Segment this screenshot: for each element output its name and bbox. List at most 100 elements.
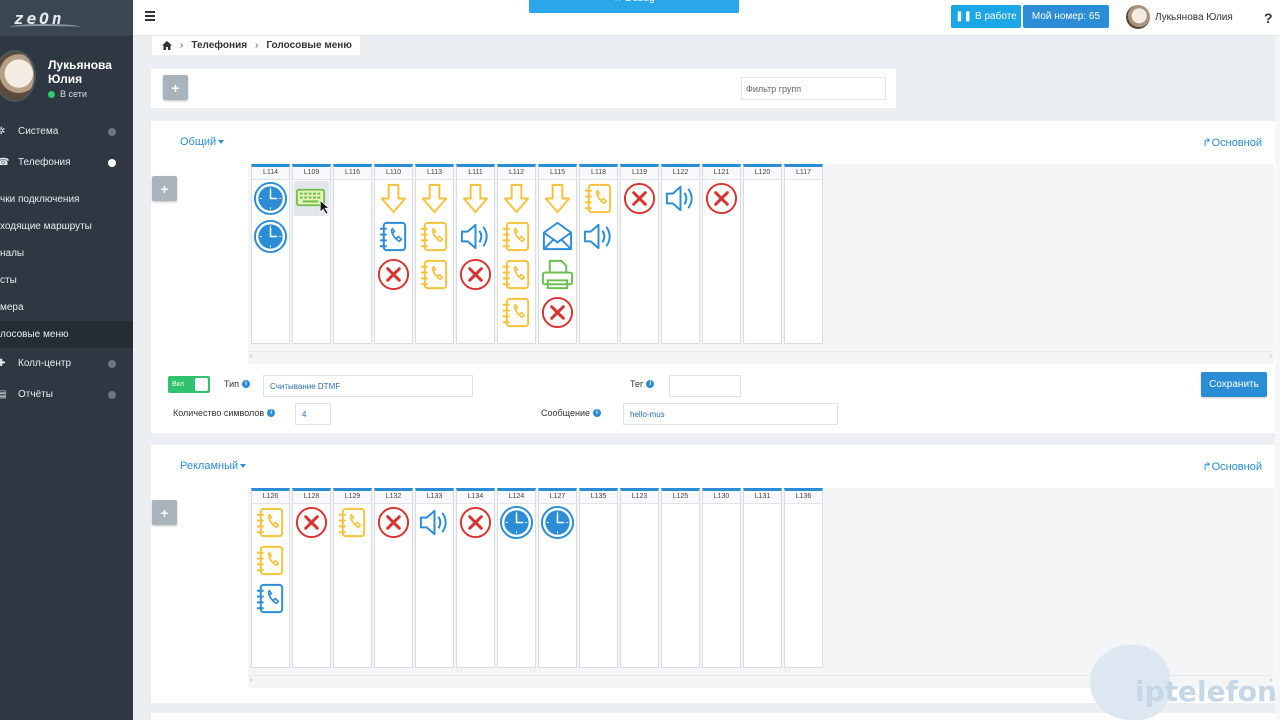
level-column[interactable]: L133	[415, 488, 454, 668]
arrow-down-icon[interactable]	[458, 181, 493, 216]
level-column[interactable]: L112	[497, 164, 536, 344]
symbol-count-input[interactable]: 4	[295, 403, 331, 425]
notebook-yellow-icon[interactable]	[253, 505, 288, 540]
notebook-yellow-icon[interactable]	[581, 181, 616, 216]
add-level-button[interactable]: +	[152, 176, 177, 201]
avatar[interactable]	[0, 50, 36, 102]
notebook-yellow-icon[interactable]	[499, 219, 534, 254]
level-column[interactable]: L113	[415, 164, 454, 344]
arrow-down-icon[interactable]	[540, 181, 575, 216]
my-number-button[interactable]: Мой номер: 65	[1023, 5, 1109, 28]
home-icon[interactable]	[162, 41, 172, 50]
hamburger-menu-icon[interactable]	[145, 11, 155, 21]
arrow-down-icon[interactable]	[417, 181, 452, 216]
sidebar-item-system[interactable]: ✲ Система	[0, 116, 133, 147]
hangup-icon[interactable]	[622, 181, 657, 216]
main-link[interactable]: ↱Основной	[1202, 136, 1262, 149]
clock-icon[interactable]	[253, 219, 288, 254]
sidebar-sub-item-voice-menu[interactable]: лосовые меню	[0, 321, 133, 348]
notebook-yellow-icon[interactable]	[335, 505, 370, 540]
level-column[interactable]: L123	[620, 488, 659, 668]
notebook-yellow-icon[interactable]	[417, 219, 452, 254]
speaker-icon[interactable]	[581, 219, 616, 254]
breadcrumb-item[interactable]: Телефония	[191, 40, 247, 51]
main-link[interactable]: ↱Основной	[1202, 460, 1262, 473]
notebook-yellow-icon[interactable]	[417, 257, 452, 292]
notebook-yellow-icon[interactable]	[499, 295, 534, 330]
level-column[interactable]: L118	[579, 164, 618, 344]
type-select[interactable]: Считывание DTMF	[263, 375, 473, 397]
user-menu[interactable]: Лукьянова Юлия	[1126, 5, 1233, 29]
level-column[interactable]: L119	[620, 164, 659, 344]
enabled-toggle[interactable]: Вкл	[168, 376, 210, 393]
level-column[interactable]: L115	[538, 164, 577, 344]
help-icon[interactable]: ?	[1264, 10, 1273, 26]
level-column[interactable]: L111	[456, 164, 495, 344]
horizontal-scrollbar[interactable]: ‹ ›	[248, 351, 1274, 361]
sidebar-sub-item[interactable]: сты	[0, 267, 133, 294]
group-filter-input[interactable]	[741, 77, 886, 100]
level-column[interactable]: L134	[456, 488, 495, 668]
clock-icon[interactable]	[540, 505, 575, 540]
work-status-button[interactable]: ❚❚ В работе	[951, 5, 1021, 28]
group-title-dropdown[interactable]: Общий	[180, 136, 225, 148]
fax-icon[interactable]	[540, 257, 575, 292]
arrow-down-icon[interactable]	[499, 181, 534, 216]
notebook-yellow-icon[interactable]	[253, 543, 288, 578]
info-icon[interactable]: i	[592, 409, 601, 417]
logo[interactable]: zeOn	[0, 0, 133, 36]
hangup-icon[interactable]	[458, 505, 493, 540]
level-column[interactable]: L122	[661, 164, 700, 344]
level-column[interactable]: L110	[374, 164, 413, 344]
sidebar-item-reports[interactable]: ▤ Отчёты	[0, 379, 133, 410]
level-column[interactable]: L132	[374, 488, 413, 668]
notebook-blue-icon[interactable]	[376, 219, 411, 254]
hangup-icon[interactable]	[376, 505, 411, 540]
arrow-down-icon[interactable]	[376, 181, 411, 216]
scroll-track[interactable]	[1275, 36, 1280, 720]
level-column[interactable]: L127	[538, 488, 577, 668]
speaker-icon[interactable]	[417, 505, 452, 540]
sidebar-sub-item[interactable]: ходящие маршруты	[0, 213, 133, 240]
hangup-icon[interactable]	[704, 181, 739, 216]
debug-button[interactable]: ★ Debug	[529, 0, 739, 13]
keyboard-icon[interactable]	[294, 181, 329, 216]
sidebar-sub-item[interactable]: налы	[0, 240, 133, 267]
speaker-icon[interactable]	[663, 181, 698, 216]
hangup-icon[interactable]	[458, 257, 493, 292]
add-group-button[interactable]: +	[163, 75, 188, 100]
level-column[interactable]: L136	[784, 488, 823, 668]
sidebar-item-telephony[interactable]: ☎ Телефония	[0, 147, 133, 178]
level-column[interactable]: L124	[497, 488, 536, 668]
level-column[interactable]: L125	[661, 488, 700, 668]
info-icon[interactable]: i	[646, 380, 655, 388]
clock-icon[interactable]	[499, 505, 534, 540]
message-select[interactable]: hello-mus	[623, 403, 838, 425]
envelope-icon[interactable]	[540, 219, 575, 254]
level-column[interactable]: L131	[743, 488, 782, 668]
sidebar-item-call-center[interactable]: ✚ Колл-центр	[0, 348, 133, 379]
speaker-icon[interactable]	[458, 219, 493, 254]
clock-icon[interactable]	[253, 181, 288, 216]
group-title-dropdown[interactable]: Рекламный	[180, 460, 247, 472]
level-column[interactable]: L129	[333, 488, 372, 668]
level-column[interactable]: L109	[292, 164, 331, 344]
sidebar-sub-item[interactable]: чки подключения	[0, 186, 133, 213]
level-column[interactable]: L117	[784, 164, 823, 344]
info-icon[interactable]: i	[242, 380, 251, 388]
level-column[interactable]: L121	[702, 164, 741, 344]
notebook-blue-icon[interactable]	[253, 581, 288, 616]
hangup-icon[interactable]	[294, 505, 329, 540]
save-button[interactable]: Сохранить	[1201, 372, 1267, 397]
add-level-button[interactable]: +	[152, 500, 177, 525]
tag-input[interactable]	[669, 375, 741, 397]
level-column[interactable]: L116	[333, 164, 372, 344]
level-column[interactable]: L128	[292, 488, 331, 668]
hangup-icon[interactable]	[376, 257, 411, 292]
hangup-icon[interactable]	[540, 295, 575, 330]
level-column[interactable]: L126	[251, 488, 290, 668]
info-icon[interactable]: i	[267, 409, 276, 417]
sidebar-sub-item[interactable]: мера	[0, 294, 133, 321]
notebook-yellow-icon[interactable]	[499, 257, 534, 292]
level-column[interactable]: L114	[251, 164, 290, 344]
